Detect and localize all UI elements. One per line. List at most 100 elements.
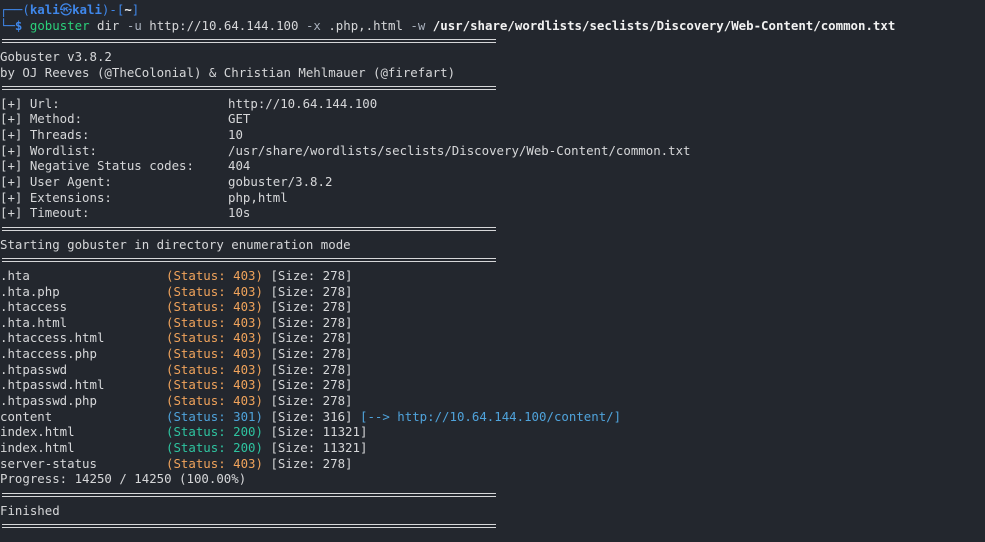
result-status: (Status: 403) <box>166 393 263 409</box>
result-size: [Size: 278] <box>270 283 353 299</box>
start-message: Starting gobuster in directory enumerati… <box>0 236 351 252</box>
result-path: .htaccess.html <box>0 330 105 346</box>
config-key: [+] Method: <box>0 111 83 127</box>
result-row: content (Status: 301) [Size: 316] [--> ht… <box>0 409 985 425</box>
result-path: index.html <box>0 439 75 455</box>
result-row: .hta.html (Status: 403) [Size: 278] <box>0 315 985 331</box>
prompt-mid: )-[ <box>101 2 125 17</box>
result-status: (Status: 403) <box>166 346 263 362</box>
result-status: (Status: 200) <box>166 439 263 455</box>
prompt-line-top: ┌──(kali㉿kali)-[~] <box>0 2 985 18</box>
config-value: 10s <box>228 205 251 221</box>
result-status: (Status: 403) <box>166 314 263 330</box>
result-path: content <box>0 408 53 424</box>
results-list: .hta (Status: 403) [Size: 278] .hta.php (St… <box>0 268 985 471</box>
result-row: .htaccess (Status: 403) [Size: 278] <box>0 299 985 315</box>
prompt-path: ~ <box>124 2 132 17</box>
result-size: [Size: 278] <box>270 455 353 471</box>
result-status: (Status: 301) <box>166 408 263 424</box>
config-value: gobuster/3.8.2 <box>228 174 333 190</box>
config-value: /usr/share/wordlists/seclists/Discovery/… <box>228 142 691 158</box>
command-line[interactable]: └─$ gobuster dir -u http://10.64.144.100… <box>0 18 985 34</box>
result-status: (Status: 403) <box>166 455 263 471</box>
result-row: .htpasswd.html (Status: 403) [Size: 278] <box>0 377 985 393</box>
result-status: (Status: 403) <box>166 361 263 377</box>
config-row: [+] Threads: 10 <box>0 127 985 143</box>
config-key: [+] Extensions: <box>0 189 112 205</box>
prompt-at-icon: ㉿ <box>59 2 73 17</box>
result-size: [Size: 278] <box>270 267 353 283</box>
result-status: (Status: 200) <box>166 424 263 440</box>
separator <box>0 80 985 96</box>
config-row: [+] Timeout: 10s <box>0 205 985 221</box>
result-status: (Status: 403) <box>166 299 263 315</box>
command-wordlist: /usr/share/wordlists/seclists/Discovery/… <box>432 17 896 33</box>
config-row: [+] Url: http://10.64.144.100 <box>0 96 985 112</box>
result-row: .htaccess.php (Status: 403) [Size: 278] <box>0 346 985 362</box>
result-status: (Status: 403) <box>166 377 263 393</box>
config-value: php,html <box>228 189 288 205</box>
separator <box>0 221 985 237</box>
config-value: http://10.64.144.100 <box>228 95 378 111</box>
result-path: .htpasswd.php <box>0 393 97 409</box>
result-size: [Size: 316] <box>270 408 353 424</box>
config-key: [+] Timeout: <box>0 205 90 221</box>
command-extensions: .php,.html <box>328 17 403 33</box>
config-row: [+] Negative Status codes: 404 <box>0 158 985 174</box>
terminal-window[interactable]: ┌──(kali㉿kali)-[~] └─$ gobuster dir -u h… <box>0 2 985 542</box>
banner-version: Gobuster v3.8.2 <box>0 48 112 64</box>
result-size: [Size: 278] <box>270 330 353 346</box>
result-status: (Status: 403) <box>166 267 263 283</box>
result-path: server-status <box>0 455 97 471</box>
config-key: [+] Url: <box>0 95 60 111</box>
prompt-end: ] <box>131 2 140 17</box>
result-row: .hta (Status: 403) [Size: 278] <box>0 268 985 284</box>
config-row: [+] User Agent: gobuster/3.8.2 <box>0 174 985 190</box>
result-row: .htpasswd.php (Status: 403) [Size: 278] <box>0 393 985 409</box>
prompt-host: kali <box>72 2 102 17</box>
config-key: [+] Wordlist: <box>0 142 97 158</box>
separator <box>0 33 985 49</box>
prompt-corner-bottom: └─ <box>0 17 15 33</box>
result-path: .htaccess <box>0 299 68 315</box>
prompt-dollar: $ <box>14 17 23 33</box>
config-row: [+] Extensions: php,html <box>0 190 985 206</box>
result-size: [Size: 278] <box>270 377 353 393</box>
command-tool: gobuster <box>29 17 90 33</box>
result-size: [Size: 278] <box>270 299 353 315</box>
result-row: .hta.php (Status: 403) [Size: 278] <box>0 284 985 300</box>
result-path: .hta.html <box>0 314 68 330</box>
prompt-corner-top: ┌──( <box>0 2 30 17</box>
result-size: [Size: 278] <box>270 393 353 409</box>
command-flag-x: -x <box>305 17 321 33</box>
result-path: .htpasswd <box>0 361 68 377</box>
result-size: [Size: 11321] <box>270 439 368 455</box>
config-row: [+] Wordlist: /usr/share/wordlists/seclis… <box>0 143 985 159</box>
prompt-user: kali <box>29 2 60 17</box>
command-url: http://10.64.144.100 <box>149 17 299 33</box>
command-mode: dir <box>97 17 120 33</box>
config-row: [+] Method: GET <box>0 111 985 127</box>
result-size: [Size: 278] <box>270 361 353 377</box>
result-redirect-link[interactable]: [--> http://10.64.144.100/content/] <box>360 409 621 424</box>
separator <box>0 252 985 268</box>
config-value: GET <box>228 111 251 127</box>
result-row: index.html (Status: 200) [Size: 11321] <box>0 440 985 456</box>
config-key: [+] Negative Status codes: <box>0 158 194 174</box>
result-status: (Status: 403) <box>166 330 263 346</box>
command-flag-u: -u <box>126 17 142 33</box>
result-row: .htaccess.html (Status: 403) [Size: 278] <box>0 330 985 346</box>
result-size: [Size: 11321] <box>270 424 368 440</box>
command-flag-w: -w <box>410 17 426 33</box>
result-row: index.html (Status: 200) [Size: 11321] <box>0 424 985 440</box>
result-path: .htpasswd.html <box>0 377 105 393</box>
separator <box>0 518 985 534</box>
result-path: .hta <box>0 267 30 283</box>
config-value: 10 <box>228 127 243 143</box>
banner-authors: by OJ Reeves (@TheColonial) & Christian … <box>0 64 456 80</box>
separator <box>0 487 985 503</box>
config-value: 404 <box>228 158 251 174</box>
result-row: .htpasswd (Status: 403) [Size: 278] <box>0 362 985 378</box>
result-path: index.html <box>0 424 75 440</box>
result-size: [Size: 278] <box>270 314 353 330</box>
